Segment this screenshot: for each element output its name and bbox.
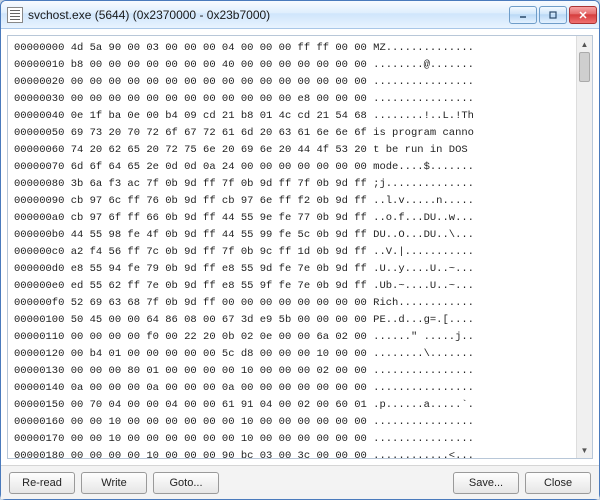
maximize-button[interactable] [539, 6, 567, 24]
hex-dump-area: 00000000 4d 5a 90 00 03 00 00 00 04 00 0… [7, 35, 593, 459]
close-window-button[interactable] [569, 6, 597, 24]
write-button[interactable]: Write [81, 472, 147, 494]
titlebar[interactable]: svchost.exe (5644) (0x2370000 - 0x23b700… [1, 1, 599, 29]
close-button[interactable]: Close [525, 472, 591, 494]
reread-button[interactable]: Re-read [9, 472, 75, 494]
minimize-button[interactable] [509, 6, 537, 24]
hex-viewer-window: svchost.exe (5644) (0x2370000 - 0x23b700… [0, 0, 600, 500]
window-title: svchost.exe (5644) (0x2370000 - 0x23b700… [28, 8, 509, 22]
window-controls [509, 6, 597, 24]
app-icon [7, 7, 23, 23]
scroll-up-arrow[interactable]: ▲ [577, 36, 592, 52]
button-bar: Re-read Write Goto... Save... Close [1, 465, 599, 499]
scroll-down-arrow[interactable]: ▼ [577, 442, 592, 458]
vertical-scrollbar[interactable]: ▲ ▼ [576, 36, 592, 458]
scroll-thumb[interactable] [579, 52, 590, 82]
goto-button[interactable]: Goto... [153, 472, 219, 494]
hex-dump-text[interactable]: 00000000 4d 5a 90 00 03 00 00 00 04 00 0… [8, 36, 576, 458]
save-button[interactable]: Save... [453, 472, 519, 494]
